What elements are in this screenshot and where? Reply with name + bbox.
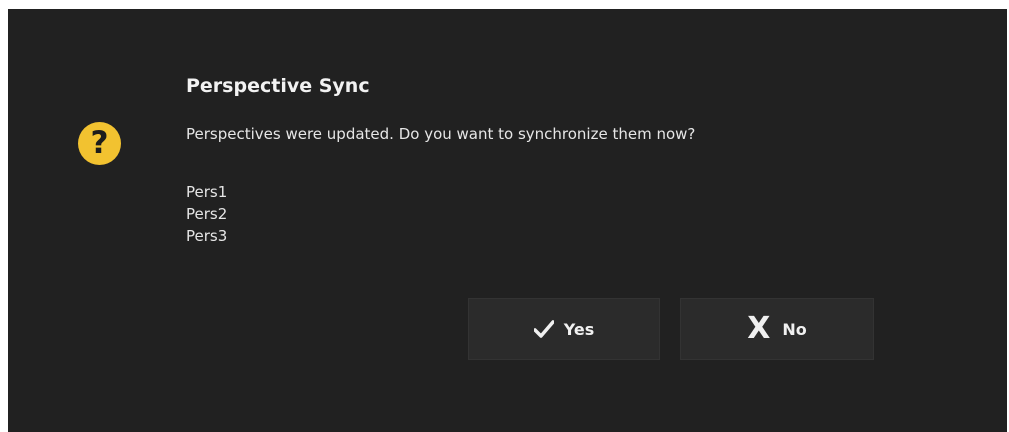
dialog-title: Perspective Sync bbox=[186, 75, 370, 97]
question-icon: ? bbox=[78, 122, 121, 165]
perspective-sync-dialog: ? Perspective Sync Perspectives were upd… bbox=[8, 9, 1007, 432]
perspective-item: Pers2 bbox=[186, 205, 228, 223]
checkmark-icon bbox=[533, 320, 554, 338]
perspective-list: Pers1 Pers2 Pers3 bbox=[186, 181, 227, 247]
perspective-item: Pers1 bbox=[186, 183, 228, 201]
yes-button[interactable]: Yes bbox=[468, 298, 660, 360]
x-icon: X bbox=[747, 311, 771, 346]
yes-button-label: Yes bbox=[563, 319, 595, 339]
no-button[interactable]: X No bbox=[680, 298, 874, 360]
perspective-item: Pers3 bbox=[186, 227, 228, 245]
dialog-message: Perspectives were updated. Do you want t… bbox=[186, 125, 696, 143]
no-button-label: No bbox=[782, 319, 807, 339]
